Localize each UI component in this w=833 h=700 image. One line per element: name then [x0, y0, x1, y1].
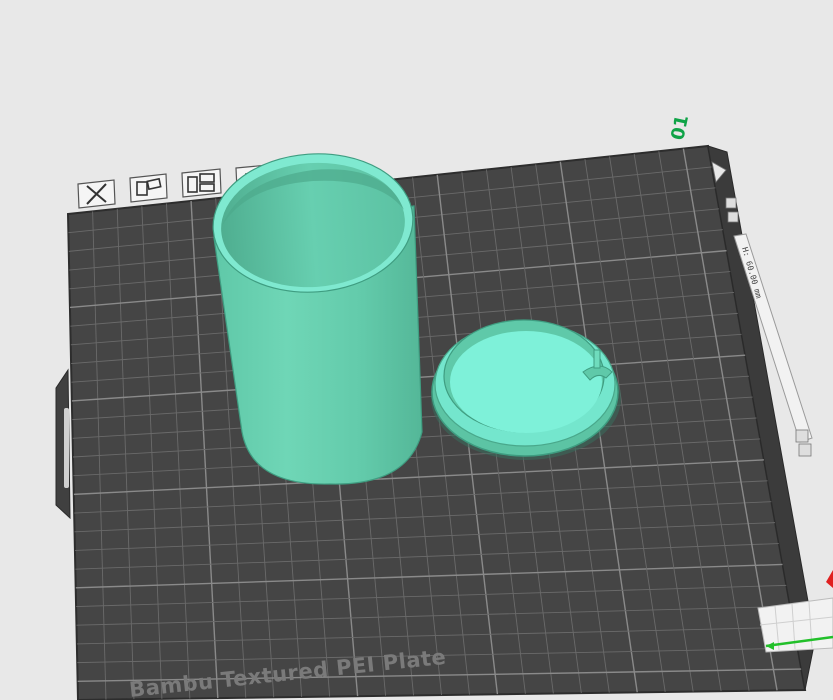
- build-plate: [55, 144, 816, 700]
- x-axis-marker: [826, 570, 833, 588]
- orient-plate-button[interactable]: [181, 168, 222, 198]
- plate-surface: [66, 144, 807, 700]
- arrange-plate-button[interactable]: [129, 173, 168, 203]
- delete-plate-button[interactable]: [77, 179, 116, 209]
- plate-number: 01: [667, 113, 693, 142]
- 3d-viewport[interactable]: H: 60.00 mm 01 Bambu Textured PEI Plate: [0, 0, 833, 700]
